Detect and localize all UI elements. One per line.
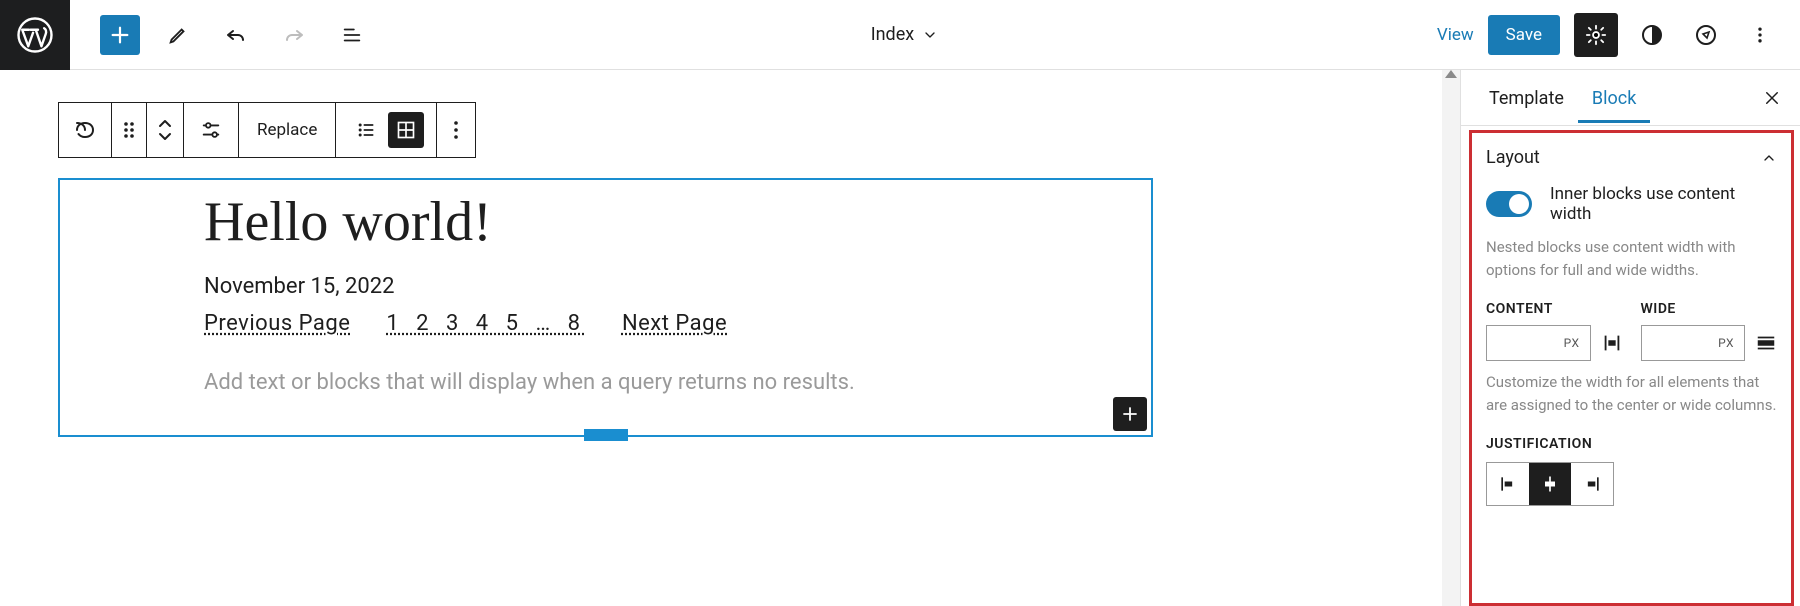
kebab-icon (1750, 25, 1770, 45)
post-date: November 15, 2022 (60, 274, 1151, 299)
justification-label: JUSTIFICATION (1486, 436, 1777, 452)
view-toggle-group (336, 103, 437, 157)
edit-tool-button[interactable] (158, 15, 198, 55)
compass-icon (1694, 23, 1718, 47)
chevron-down-icon (922, 27, 938, 43)
close-icon (1763, 89, 1781, 107)
contrast-icon (1640, 23, 1664, 47)
undo-icon (224, 23, 248, 47)
layout-panel-title: Layout (1486, 147, 1540, 168)
list-view-icon (341, 24, 363, 46)
add-block-button[interactable] (100, 15, 140, 55)
block-more-options[interactable] (437, 103, 475, 157)
tab-block[interactable]: Block (1578, 72, 1650, 123)
justify-right-button[interactable] (1571, 463, 1613, 505)
wide-width-icon[interactable] (1755, 332, 1777, 354)
inner-blocks-width-label: Inner blocks use content width (1550, 184, 1777, 224)
list-icon (356, 120, 376, 140)
wide-width-input[interactable]: PX (1641, 325, 1746, 361)
chevron-down-icon (157, 130, 173, 142)
layout-toggle-desc: Nested blocks use content width with opt… (1486, 236, 1777, 281)
justify-left-button[interactable] (1487, 463, 1529, 505)
prev-page-link[interactable]: Previous Page (204, 311, 350, 336)
gear-icon (1585, 24, 1607, 46)
sliders-icon (200, 119, 222, 141)
wordpress-icon (17, 17, 53, 53)
query-loop-block[interactable]: Hello world! November 15, 2022 Previous … (58, 178, 1153, 437)
chevron-up-icon (157, 118, 173, 130)
justify-right-icon (1582, 474, 1602, 494)
page-numbers[interactable]: 1 2 3 4 5 … 8 (386, 311, 586, 336)
settings-button[interactable] (1574, 13, 1618, 57)
block-type-button[interactable] (59, 103, 112, 157)
styles-button[interactable] (1632, 15, 1672, 55)
replace-label: Replace (257, 120, 317, 140)
unit-label: PX (1564, 336, 1580, 350)
top-toolbar: Index View Save (0, 0, 1800, 70)
content-width-input[interactable]: PX (1486, 325, 1591, 361)
append-block-button[interactable] (1113, 397, 1147, 431)
document-title-dropdown[interactable]: Index (372, 24, 1437, 45)
settings-sidebar: Template Block Layout Inner blocks use c… (1460, 70, 1800, 606)
justify-left-icon (1498, 474, 1518, 494)
navigation-button[interactable] (1686, 15, 1726, 55)
post-title: Hello world! (60, 192, 1151, 274)
document-overview-button[interactable] (332, 15, 372, 55)
list-layout-button[interactable] (348, 112, 384, 148)
chevron-up-icon[interactable] (1761, 150, 1777, 166)
pencil-icon (167, 24, 189, 46)
query-loop-icon (73, 120, 97, 140)
editor-canvas: Replace Hello world! November 15, 2022 P… (0, 70, 1460, 606)
more-options-button[interactable] (1740, 15, 1780, 55)
document-title: Index (871, 24, 914, 45)
layout-panel: Layout Inner blocks use content width Ne… (1469, 130, 1794, 606)
unit-label: PX (1718, 336, 1734, 350)
content-width-icon[interactable] (1601, 332, 1623, 354)
plus-icon (1121, 405, 1139, 423)
replace-button[interactable]: Replace (239, 103, 336, 157)
save-button[interactable]: Save (1488, 15, 1560, 55)
next-page-link[interactable]: Next Page (622, 311, 727, 336)
justification-group (1486, 462, 1614, 506)
display-settings-button[interactable] (184, 103, 239, 157)
justify-center-icon (1540, 474, 1560, 494)
sidebar-tabs: Template Block (1461, 70, 1800, 126)
justify-center-button[interactable] (1529, 463, 1571, 505)
redo-button[interactable] (274, 15, 314, 55)
drag-icon (122, 120, 136, 140)
grid-layout-button[interactable] (388, 112, 424, 148)
undo-button[interactable] (216, 15, 256, 55)
resize-handle[interactable] (584, 429, 628, 441)
view-link[interactable]: View (1437, 25, 1474, 45)
grid-icon (396, 120, 416, 140)
no-results-placeholder[interactable]: Add text or blocks that will display whe… (60, 370, 1151, 395)
wide-width-label: WIDE (1641, 301, 1778, 317)
top-right-tools: View Save (1437, 13, 1800, 57)
tab-template[interactable]: Template (1475, 72, 1578, 123)
redo-icon (282, 23, 306, 47)
pagination: Previous Page 1 2 3 4 5 … 8 Next Page (60, 311, 1151, 336)
plus-icon (109, 24, 131, 46)
wordpress-logo[interactable] (0, 0, 70, 70)
block-toolbar: Replace (58, 102, 476, 158)
width-desc: Customize the width for all elements tha… (1486, 371, 1777, 416)
content-width-label: CONTENT (1486, 301, 1623, 317)
close-sidebar-button[interactable] (1754, 80, 1790, 116)
inner-blocks-width-toggle[interactable] (1486, 191, 1532, 217)
kebab-icon (453, 120, 459, 140)
top-left-tools (70, 15, 372, 55)
drag-handle[interactable] (112, 103, 147, 157)
move-up-down[interactable] (147, 103, 184, 157)
